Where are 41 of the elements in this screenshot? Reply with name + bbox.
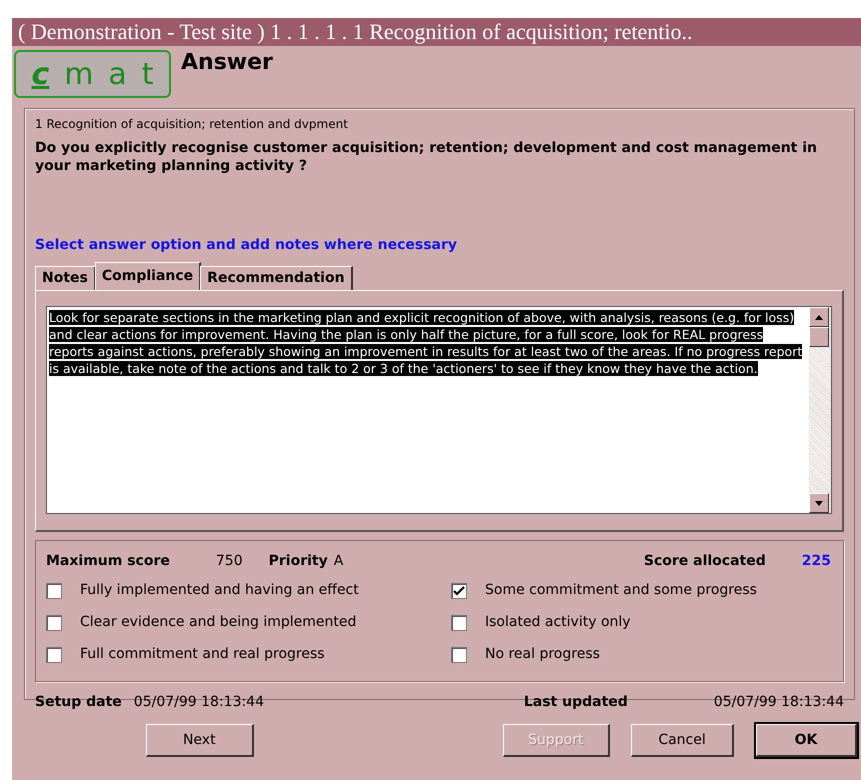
label: Setup date [35, 693, 122, 712]
scroll-thumb[interactable] [809, 327, 829, 347]
question-text: Do you explicitly recognise customer acquisition; retention; development and cost management in your marketing planning activity ? [35, 139, 818, 176]
label: Priority [268, 552, 328, 571]
button[interactable]: Cancel [631, 724, 734, 757]
button[interactable]: Next [146, 724, 254, 757]
up-arrow-icon [815, 314, 823, 320]
scroll-up-button[interactable] [809, 307, 829, 327]
section-label: 1 Recognition of acquisition; retention and dvpment [35, 116, 349, 133]
checkbox[interactable] [451, 646, 467, 662]
value: 750 [216, 552, 243, 571]
checkbox[interactable] [451, 582, 467, 598]
value: 05/07/99 18:13:44 [714, 693, 844, 712]
scroll-down-button[interactable] [809, 493, 829, 513]
tab[interactable]: Notes [35, 266, 96, 290]
instruction-text: Select answer option and add notes where necessary [35, 236, 458, 255]
checkbox[interactable] [46, 614, 62, 630]
heading: Answer [181, 50, 273, 76]
score-value: 225 [802, 552, 831, 571]
button[interactable]: OK [756, 724, 857, 757]
tab[interactable]: Recommendation [200, 266, 353, 290]
down-arrow-icon [815, 500, 823, 506]
label: Score allocated [644, 552, 766, 571]
checkbox[interactable] [46, 646, 62, 662]
checkbox[interactable] [46, 582, 62, 598]
value: 05/07/99 18:13:44 [134, 693, 264, 712]
option-label: Fully implemented and having an effect [80, 581, 359, 600]
option-label: Clear evidence and being implemented [80, 613, 356, 632]
notes-textarea[interactable]: Look for separate sections in the marketing plan and explicit recognition of above, with analysis, reasons (e.g. for loss) and clear actions for improvement. Having the plan is only half the picture, for a full score, look for REAL progress reports against actions, preferably showing an improvement in results for at least two of the areas. If no progress report is available, take note of the actions and talk to 2 or 3 of the 'actioners' to see if they know they have the action. [46, 306, 832, 514]
label: Last updated [524, 693, 628, 712]
option-label: Full commitment and real progress [80, 645, 325, 664]
scrollbar[interactable] [809, 307, 831, 513]
option-label: Isolated activity only [485, 613, 631, 632]
checkbox[interactable] [451, 614, 467, 630]
tab[interactable]: Compliance [94, 262, 202, 290]
window-title: ( Demonstration - Test site ) 1 . 1 . 1 . 1 Recognition of acquisition; retentio.. [12, 18, 861, 46]
value: A [334, 552, 344, 571]
option-label: Some commitment and some progress [485, 581, 757, 600]
option-label: No real progress [485, 645, 600, 664]
logo: c m a t [14, 50, 171, 98]
label: Maximum score [46, 552, 170, 571]
